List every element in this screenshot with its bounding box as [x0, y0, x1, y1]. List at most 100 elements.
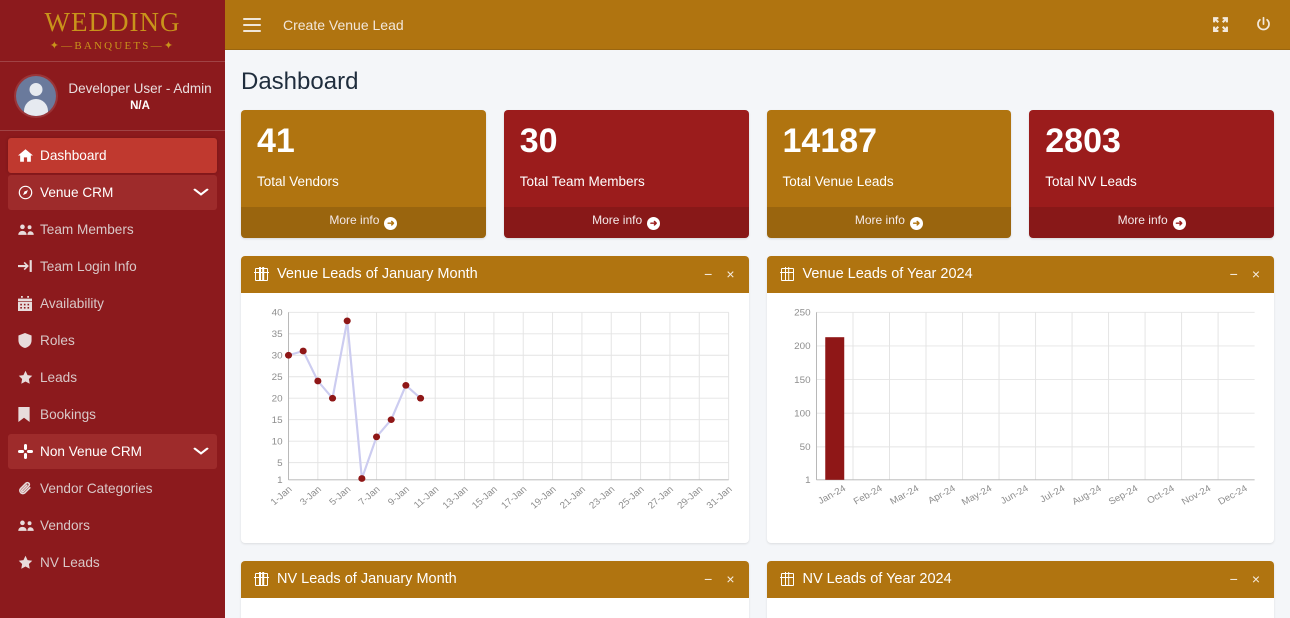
sidebar-item-label: Leads — [40, 370, 78, 385]
svg-text:Oct-24: Oct-24 — [1145, 483, 1177, 507]
svg-text:27-Jan: 27-Jan — [646, 484, 676, 511]
star-icon — [18, 370, 40, 385]
svg-text:Apr-24: Apr-24 — [926, 483, 958, 507]
panel-header: Venue Leads of January Month − × — [241, 255, 749, 293]
user-panel[interactable]: Developer User - Admin N/A — [0, 62, 225, 131]
topbar: Create Venue Lead — [225, 0, 1290, 50]
more-info-link[interactable]: More info ➜ — [766, 206, 1012, 238]
more-info-link[interactable]: More info ➜ — [1029, 206, 1274, 238]
more-info-link[interactable]: More info ➜ — [503, 206, 749, 238]
chevron-down-icon[interactable] — [193, 446, 209, 458]
brand-logo[interactable]: WEDDING ✦—BANQUETS—✦ — [0, 0, 225, 62]
stat-card-body: 14187 Total Venue Leads — [767, 110, 1012, 207]
topbar-link-create-venue-lead[interactable]: Create Venue Lead — [283, 17, 404, 33]
close-button[interactable]: × — [1252, 267, 1260, 281]
paperclip-icon — [18, 481, 40, 496]
sidebar-menu: Dashboard Venue CRM Team Members Team Login… — [0, 131, 225, 580]
svg-text:23-Jan: 23-Jan — [587, 484, 617, 511]
svg-text:1: 1 — [805, 475, 810, 486]
expand-arrows-icon[interactable] — [1212, 16, 1229, 33]
svg-text:10: 10 — [272, 436, 283, 447]
svg-text:Jul-24: Jul-24 — [1038, 483, 1068, 505]
panel-body: 1 50 100 150 200 250 Jan-24 Feb-24 Mar-24 Apr-24 M… — [767, 293, 1275, 543]
svg-text:15-Jan: 15-Jan — [470, 484, 500, 511]
arrow-right-icon: ➜ — [1172, 216, 1186, 230]
sidebar-item-label: Team Login Info — [40, 259, 137, 274]
panel-row-1: Venue Leads of January Month − × 1 5 10 15 2… — [233, 238, 1282, 543]
svg-text:May-24: May-24 — [959, 483, 994, 508]
more-info-label: More info — [1117, 212, 1168, 227]
minimize-button[interactable]: − — [1230, 267, 1238, 281]
sidebar-item-label: Dashboard — [40, 148, 107, 163]
sidebar-item-nv-leads[interactable]: NV Leads — [8, 545, 217, 580]
panel-header: Venue Leads of Year 2024 − × — [766, 255, 1274, 293]
sidebar-item-bookings[interactable]: Bookings — [8, 397, 217, 432]
sidebar-item-label: Team Members — [40, 222, 134, 237]
svg-text:50: 50 — [799, 442, 810, 453]
sidebar-item-label: NV Leads — [40, 555, 100, 570]
close-button[interactable]: × — [726, 267, 734, 281]
minimize-button[interactable]: − — [704, 267, 712, 281]
table-grid-icon — [779, 267, 795, 282]
stat-card-total-nv-leads: 2803 Total NV Leads More info ➜ — [1029, 110, 1274, 238]
avatar — [16, 76, 56, 116]
svg-text:25-Jan: 25-Jan — [617, 484, 647, 511]
users-icon — [18, 222, 40, 237]
more-info-link[interactable]: More info ➜ — [241, 206, 486, 238]
svg-text:200: 200 — [794, 341, 810, 352]
sidebar-item-label: Venue CRM — [40, 185, 114, 200]
arrow-right-icon: ➜ — [647, 216, 661, 230]
panel-header: NV Leads of Year 2024 − × — [766, 560, 1274, 598]
sidebar-item-vendors[interactable]: Vendors — [8, 508, 217, 543]
sidebar-item-vendor-categories[interactable]: Vendor Categories — [8, 471, 217, 506]
table-grid-icon — [254, 572, 269, 587]
stat-value: 30 — [519, 122, 558, 160]
stat-card-total-vendors: 41 Total Vendors More info ➜ — [241, 110, 486, 238]
page-content[interactable]: Dashboard 41 Total Vendors More info ➜ 30 Tot… — [225, 50, 1290, 618]
minimize-button[interactable]: − — [1230, 572, 1238, 586]
main-area: Create Venue Lead Dashboard 41 Total Vend… — [225, 0, 1290, 618]
svg-text:1: 1 — [277, 475, 282, 486]
close-button[interactable]: × — [1252, 572, 1260, 586]
sidebar-item-label: Vendor Categories — [40, 481, 153, 496]
svg-text:35: 35 — [272, 329, 283, 340]
svg-text:Dec-24: Dec-24 — [1216, 483, 1250, 508]
stat-value: 2803 — [1045, 122, 1121, 160]
chevron-down-icon[interactable] — [193, 187, 209, 199]
panel-tools: − × — [1230, 572, 1260, 586]
sidebar-item-team-login-info[interactable]: Team Login Info — [8, 249, 217, 284]
sidebar-item-team-members[interactable]: Team Members — [8, 212, 217, 247]
close-button[interactable]: × — [726, 572, 734, 586]
logo-secondary-text: ✦—BANQUETS—✦ — [49, 40, 176, 52]
stat-value: 41 — [257, 122, 295, 160]
bar-chart-venue-leads-year-2024[interactable]: 150100150200250Jan-24 Feb-24 Mar-24 Apr-24 M… — [779, 303, 1263, 531]
panel-row-2: NV Leads of January Month − × NV Leads o… — [233, 543, 1282, 618]
power-off-icon[interactable] — [1255, 16, 1272, 33]
line-chart-venue-leads-january[interactable]: 15101520253035401-Jan 3-Jan 5-Jan 7-Jan 9-Ja… — [253, 303, 737, 531]
svg-text:15: 15 — [272, 415, 283, 426]
more-info-label: More info — [854, 212, 905, 227]
user-name: Developer User - Admin — [68, 80, 212, 96]
svg-text:17-Jan: 17-Jan — [499, 484, 529, 511]
sidebar: WEDDING ✦—BANQUETS—✦ Developer User - Ad… — [0, 0, 225, 618]
sidebar-item-leads[interactable]: Leads — [8, 360, 217, 395]
svg-text:Sep-24: Sep-24 — [1106, 483, 1140, 508]
svg-text:29-Jan: 29-Jan — [675, 484, 705, 511]
sidebar-item-roles[interactable]: Roles — [8, 323, 217, 358]
sidebar-item-non-venue-crm[interactable]: Non Venue CRM — [8, 434, 217, 469]
shield-icon — [18, 333, 40, 348]
panel-body — [241, 598, 749, 618]
sidebar-item-venue-crm[interactable]: Venue CRM — [8, 175, 217, 210]
svg-text:100: 100 — [794, 408, 810, 419]
sidebar-item-label: Vendors — [40, 518, 90, 533]
sidebar-item-availability[interactable]: Availability — [8, 286, 217, 321]
panel-tools: − × — [704, 267, 734, 281]
panel-title: Venue Leads of January Month — [277, 266, 478, 283]
logo-primary-text: WEDDING — [44, 7, 181, 37]
minimize-button[interactable]: − — [704, 572, 712, 586]
hamburger-icon[interactable] — [243, 17, 261, 32]
sidebar-item-dashboard[interactable]: Dashboard — [8, 138, 217, 173]
svg-text:250: 250 — [794, 307, 810, 318]
svg-text:40: 40 — [272, 307, 283, 318]
panel-tools: − × — [1230, 267, 1260, 281]
